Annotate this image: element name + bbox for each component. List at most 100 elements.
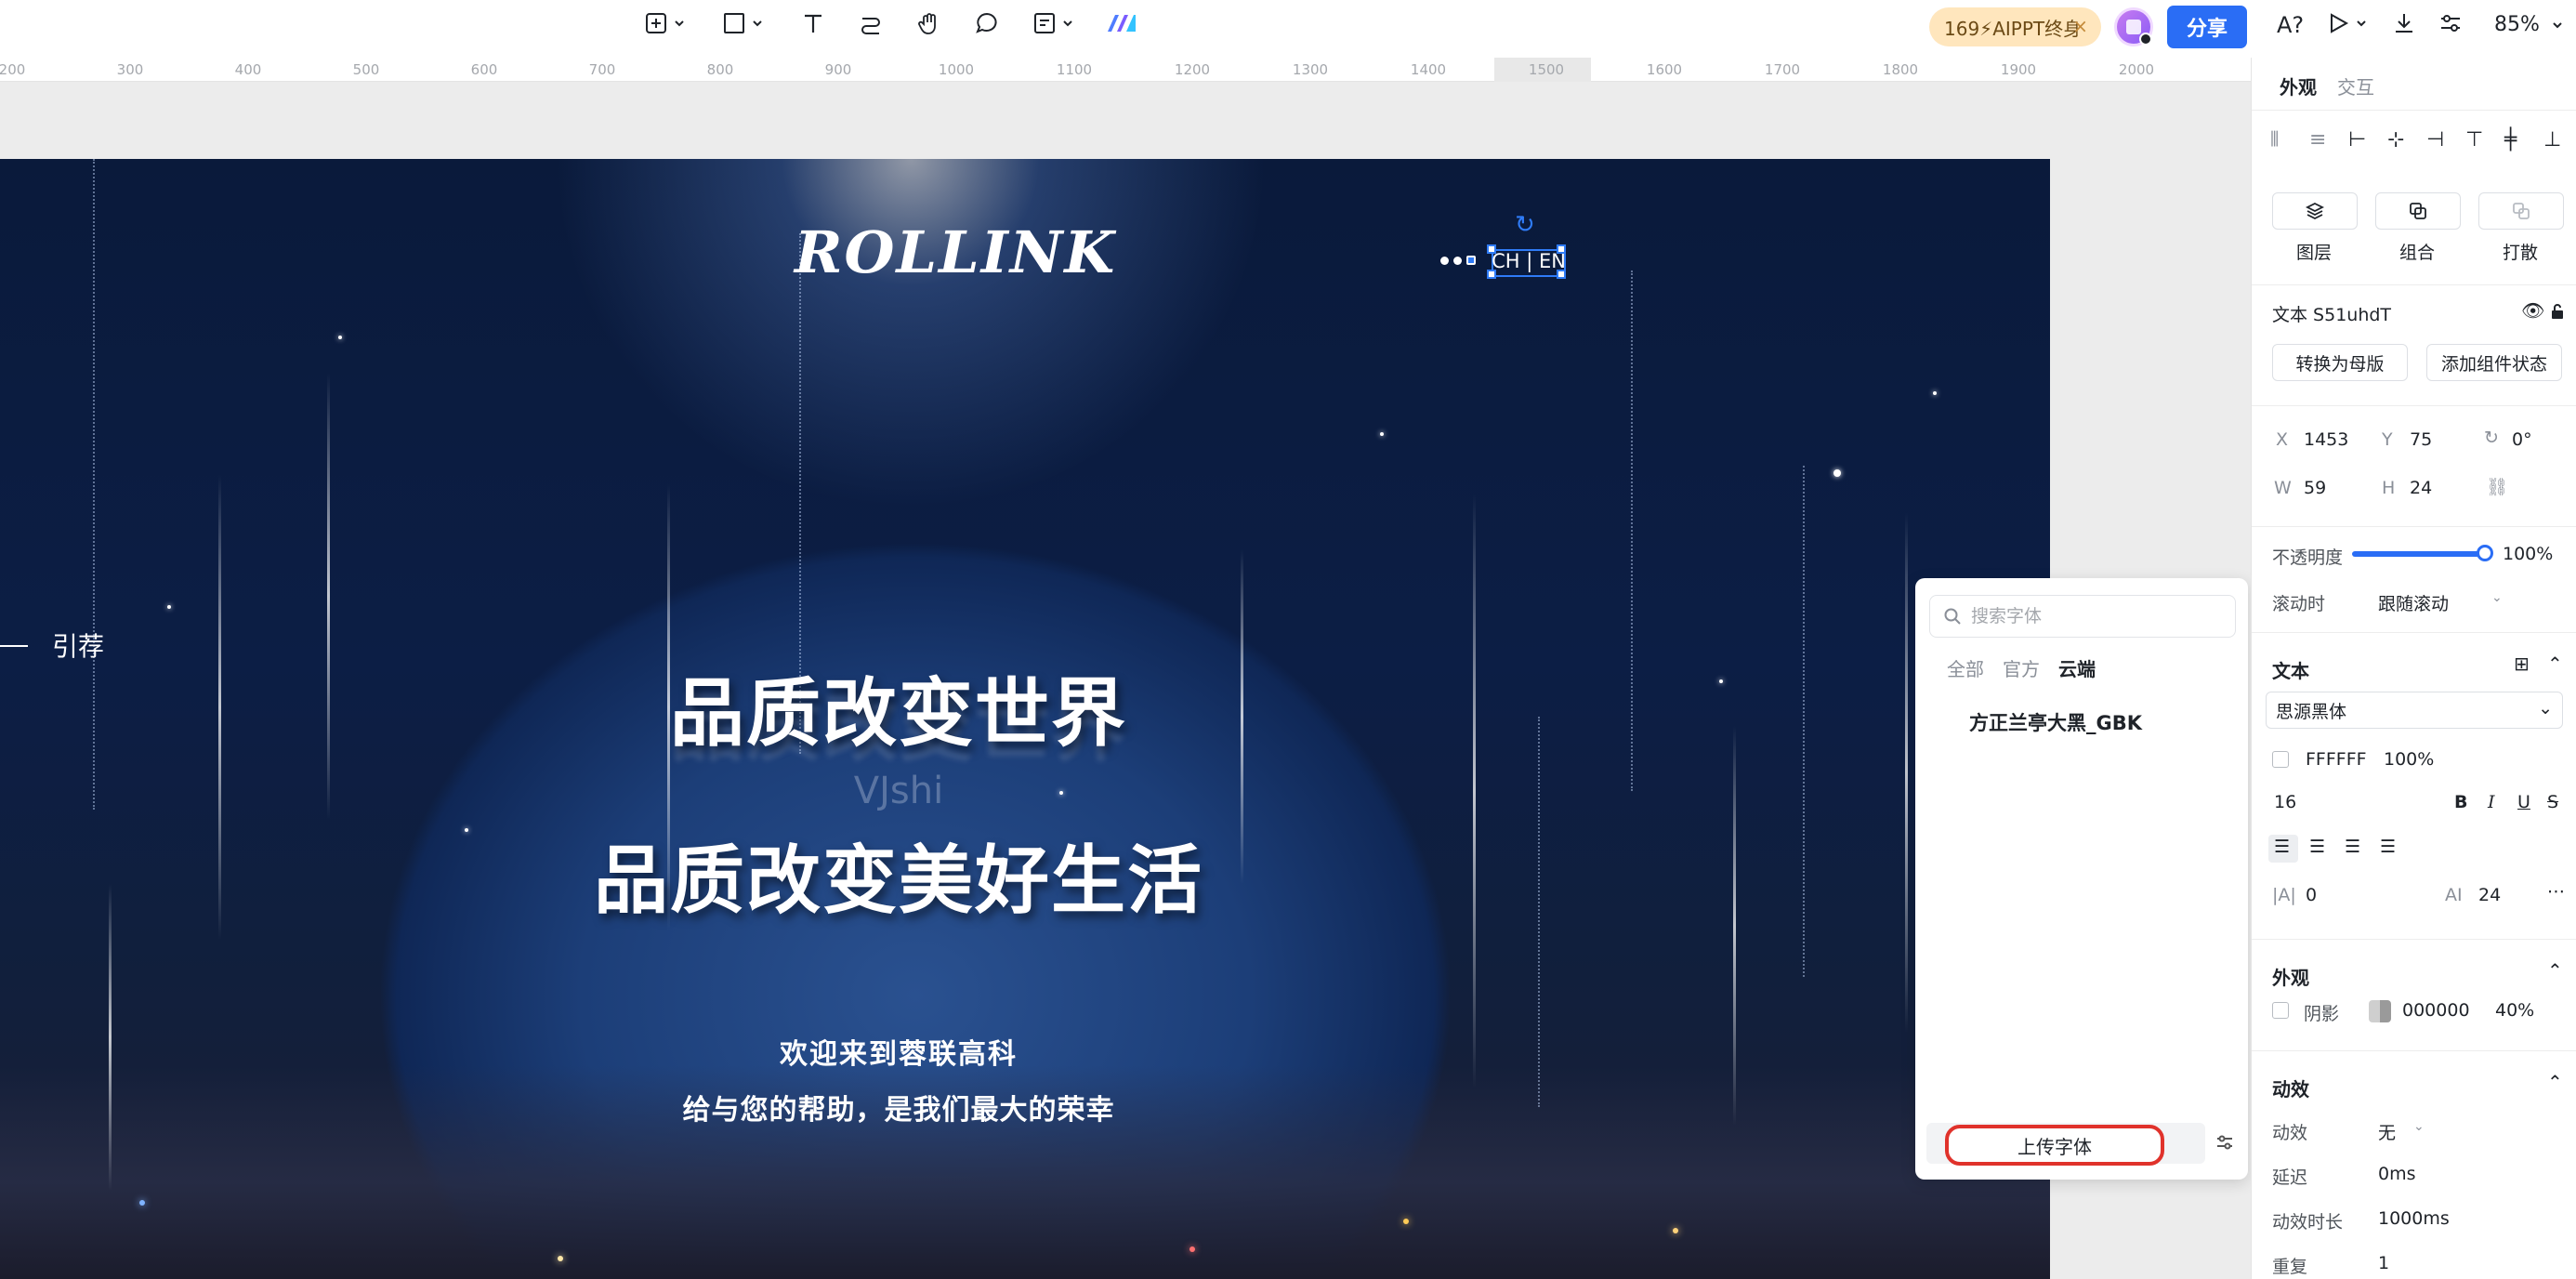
letter-spacing-input[interactable]: 0	[2306, 885, 2317, 905]
letter-spacing-icon: |A|	[2272, 885, 2296, 905]
chevron-up-icon[interactable]: ⌃	[2547, 653, 2563, 675]
resize-handle[interactable]	[1487, 270, 1496, 279]
chevron-down-icon[interactable]: ⌄	[2413, 1119, 2425, 1134]
more-icon[interactable]: ⋯	[2547, 881, 2565, 902]
tab-appearance[interactable]: 外观	[2280, 73, 2317, 99]
font-search-input[interactable]	[1971, 606, 2213, 626]
resize-handle[interactable]	[1557, 244, 1566, 254]
download-icon[interactable]	[2392, 11, 2416, 35]
text-align-left-icon[interactable]: ☰	[2274, 837, 2290, 857]
light-beam	[109, 884, 112, 1191]
opacity-slider-thumb[interactable]	[2477, 545, 2493, 561]
align-left-icon[interactable]: ⊢	[2348, 128, 2366, 152]
tab-official[interactable]: 官方	[2003, 654, 2040, 681]
settings-sliders-icon[interactable]	[2438, 11, 2463, 35]
anim-select[interactable]: 无	[2378, 1119, 2396, 1144]
hand-icon[interactable]	[917, 11, 941, 35]
delay-input[interactable]: 0ms	[2378, 1164, 2416, 1184]
align-middle-v-icon[interactable]: ╪	[2504, 128, 2517, 152]
shadow-color-hex[interactable]: 000000	[2402, 1000, 2470, 1021]
ai-ppt-badge[interactable]: 169⚡AIPPT终身 ×	[1929, 7, 2101, 46]
align-top-icon[interactable]: ⊤	[2465, 128, 2483, 152]
y-input[interactable]: 75	[2410, 429, 2432, 450]
shadow-opacity[interactable]: 40%	[2495, 1000, 2534, 1021]
color-hex[interactable]: FFFFFF	[2306, 749, 2367, 770]
resize-handle[interactable]	[1557, 270, 1566, 279]
language-switch[interactable]: CH | EN	[1492, 250, 1566, 272]
font-check-icon[interactable]: A?	[2277, 12, 2304, 38]
welcome-text[interactable]: 欢迎来到蓉联高科	[341, 1031, 1456, 1072]
add-state-button[interactable]: 添加组件状态	[2426, 344, 2562, 381]
note-icon[interactable]	[1032, 11, 1073, 35]
distribute-h-icon[interactable]: ⫴	[2270, 128, 2279, 152]
brand-logo[interactable]: ROLLINK	[795, 218, 1116, 286]
lock-icon[interactable]	[2549, 303, 2566, 320]
align-bottom-icon[interactable]: ⊥	[2543, 128, 2561, 152]
play-icon[interactable]	[2326, 11, 2367, 35]
hero-title-2[interactable]: 品质改变美好生活	[341, 821, 1456, 929]
align-right-icon[interactable]: ⊣	[2426, 128, 2444, 152]
x-input[interactable]: 1453	[2304, 429, 2348, 450]
chevron-down-icon[interactable]: ⌄	[2491, 590, 2503, 605]
shadow-color-swatch[interactable]	[2369, 1000, 2391, 1022]
rotate-handle-icon[interactable]: ↻	[1515, 211, 1535, 239]
chevron-up-icon[interactable]: ⌃	[2547, 1071, 2563, 1093]
group-button[interactable]	[2375, 192, 2461, 230]
star	[1933, 391, 1937, 395]
ellipsis-handle[interactable]	[1440, 256, 1476, 265]
w-input[interactable]: 59	[2304, 478, 2326, 498]
rectangle-icon[interactable]	[722, 11, 763, 35]
rotation-input[interactable]: 0°	[2512, 429, 2532, 450]
underline-icon[interactable]: U	[2517, 792, 2530, 812]
repeat-input[interactable]: 1	[2378, 1253, 2389, 1273]
slide-canvas[interactable]: ROLLINK ↻ CH | EN 引荐 品质改变世界 品质改变世界 VJshi…	[0, 159, 2050, 1279]
tab-interaction[interactable]: 交互	[2337, 73, 2374, 99]
shadow-checkbox[interactable]	[2272, 1002, 2289, 1019]
upload-font-button[interactable]: 上传字体	[1945, 1125, 2164, 1166]
h-input[interactable]: 24	[2410, 478, 2432, 498]
text-icon[interactable]	[801, 11, 825, 35]
connector-icon[interactable]	[859, 11, 883, 35]
avatar[interactable]	[2114, 7, 2153, 46]
grid-icon[interactable]: ⊞	[2514, 653, 2530, 675]
slogan-text[interactable]: 给与您的帮助，是我们最大的荣幸	[341, 1087, 1456, 1127]
ai-icon[interactable]	[1106, 11, 1137, 35]
link-ratio-icon[interactable]: ⛓	[2486, 476, 2508, 497]
color-swatch[interactable]	[2272, 751, 2289, 768]
text-align-center-icon[interactable]: ☰	[2309, 837, 2325, 857]
scroll-label: 滚动时	[2272, 594, 2326, 614]
opacity-value[interactable]: 100%	[2503, 544, 2553, 564]
hero-title-1[interactable]: 品质改变世界	[341, 653, 1456, 761]
duration-input[interactable]: 1000ms	[2378, 1208, 2450, 1229]
zoom-select[interactable]: 85%	[2494, 13, 2563, 36]
comment-icon[interactable]	[975, 11, 999, 35]
color-opacity[interactable]: 100%	[2384, 749, 2434, 770]
opacity-slider[interactable]	[2352, 551, 2482, 557]
ungroup-button[interactable]	[2478, 192, 2564, 230]
text-align-right-icon[interactable]: ☰	[2345, 837, 2360, 857]
bold-icon[interactable]: B	[2454, 792, 2467, 812]
to-master-button[interactable]: 转换为母版	[2272, 344, 2408, 381]
font-search-box[interactable]	[1929, 595, 2236, 638]
line-height-input[interactable]: 24	[2478, 885, 2501, 905]
tab-cloud[interactable]: 云端	[2058, 654, 2096, 681]
font-family-select[interactable]: 思源黑体 ⌄	[2266, 692, 2563, 729]
strikethrough-icon[interactable]: S	[2547, 792, 2558, 812]
eye-icon[interactable]: 👁	[2521, 299, 2544, 322]
italic-icon[interactable]: I	[2488, 792, 2495, 812]
scroll-select[interactable]: 跟随滚动	[2378, 590, 2449, 615]
tab-all[interactable]: 全部	[1947, 654, 1984, 681]
close-icon[interactable]: ×	[2072, 15, 2088, 37]
text-justify-icon[interactable]: ☰	[2380, 837, 2396, 857]
add-icon[interactable]	[644, 11, 685, 35]
font-size-input[interactable]: 16	[2274, 792, 2296, 812]
chevron-up-icon[interactable]: ⌃	[2547, 959, 2563, 982]
distribute-v-icon[interactable]: ≡	[2309, 128, 2326, 152]
layer-button[interactable]	[2272, 192, 2358, 230]
filter-icon[interactable]	[2215, 1132, 2235, 1156]
font-list-item[interactable]: 方正兰亭大黑_GBK	[1969, 708, 2142, 736]
nav-recommend[interactable]: 引荐	[52, 626, 104, 664]
align-center-h-icon[interactable]: ⊹	[2387, 128, 2404, 152]
resize-handle[interactable]	[1487, 244, 1496, 254]
share-button[interactable]: 分享	[2167, 6, 2247, 48]
